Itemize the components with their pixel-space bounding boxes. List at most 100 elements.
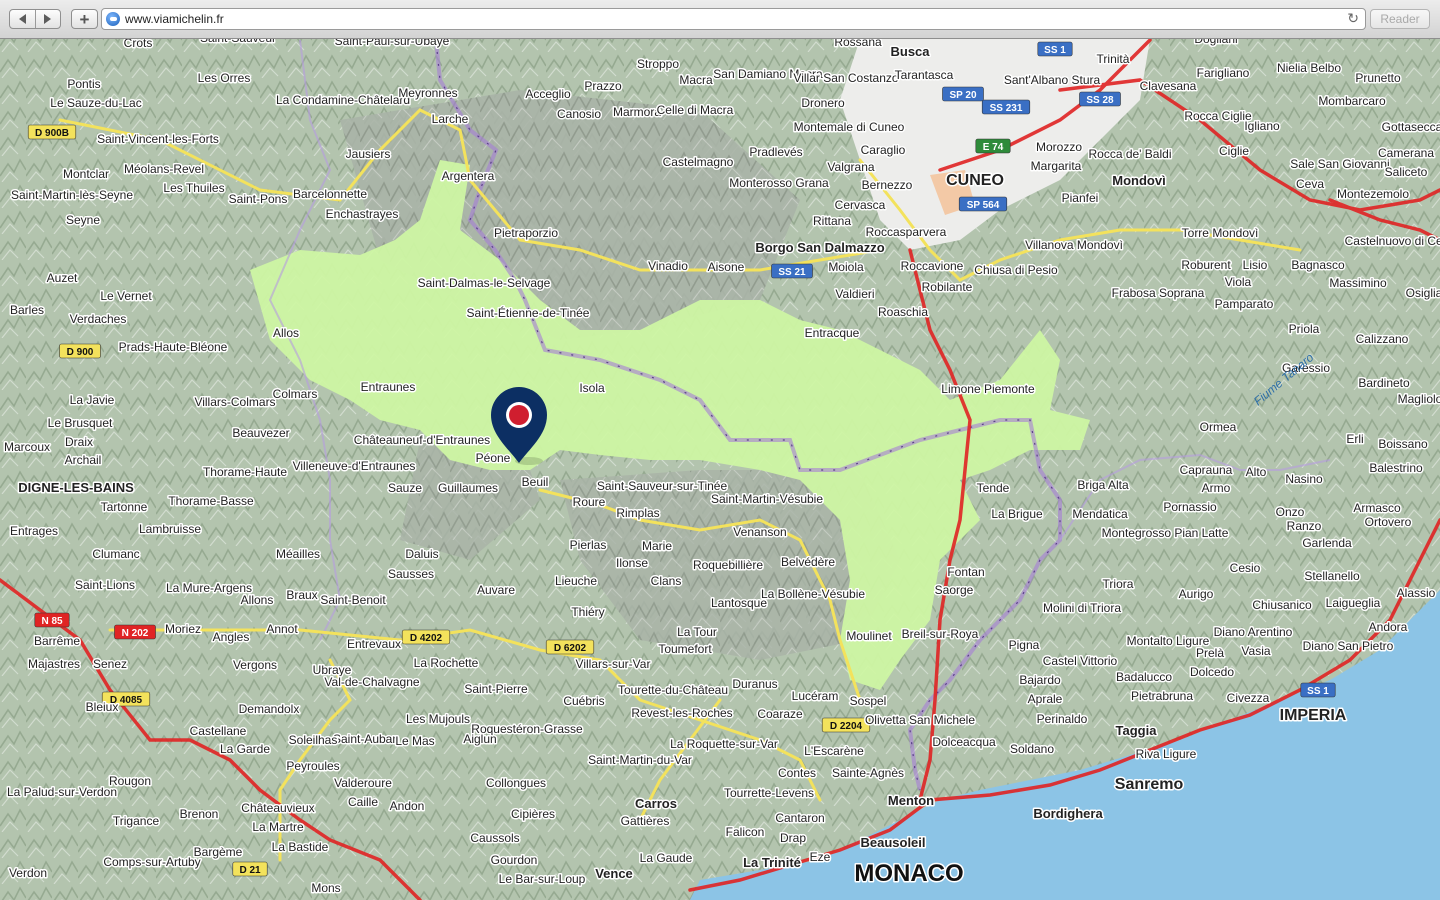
place-label[interactable]: Montegrosso Pian Latte xyxy=(1100,525,1230,542)
place-label[interactable]: Saint-Martin-Vésubie xyxy=(709,491,824,508)
place-label[interactable]: Barles xyxy=(8,302,45,319)
place-label[interactable]: Montezemolo xyxy=(1335,186,1410,203)
place-label[interactable]: Valderoure xyxy=(333,775,394,792)
place-label[interactable]: Morozzo xyxy=(1034,139,1083,156)
place-label[interactable]: Saint-Auban xyxy=(331,731,400,748)
place-label[interactable]: Lambruisse xyxy=(137,521,202,538)
new-tab-button[interactable]: + xyxy=(71,9,98,29)
place-label[interactable]: Mendatica xyxy=(1071,506,1130,523)
place-label[interactable]: Margarita xyxy=(1029,158,1083,175)
place-label[interactable]: La Trinité xyxy=(742,854,803,872)
place-label[interactable]: Prads-Haute-Bléone xyxy=(117,339,229,356)
place-label[interactable]: Chiusanico xyxy=(1251,597,1314,614)
place-label[interactable]: Contes xyxy=(776,765,817,782)
place-label[interactable]: Soleilhas xyxy=(287,732,339,749)
place-label[interactable]: Villars-sur-Var xyxy=(574,656,652,673)
place-label[interactable]: Saliceto xyxy=(1383,164,1429,181)
place-label[interactable]: Roccavione xyxy=(899,258,965,275)
place-label[interactable]: Dolcedo xyxy=(1188,664,1235,681)
place-label[interactable]: Isola xyxy=(578,380,607,397)
place-label[interactable]: Draix xyxy=(63,434,94,451)
place-label[interactable]: Diano San Pietro xyxy=(1301,638,1395,655)
place-label[interactable]: Ilonse xyxy=(614,555,649,572)
place-label[interactable]: Crots xyxy=(122,39,154,52)
place-label[interactable]: Canosio xyxy=(555,106,602,123)
place-label[interactable]: Saint-Étienne-de-Tinée xyxy=(465,304,591,322)
place-label[interactable]: Sale San Giovanni xyxy=(1289,156,1391,173)
place-label[interactable]: Villar San Costanzo xyxy=(792,70,900,87)
place-label[interactable]: Annot xyxy=(265,621,300,638)
place-label[interactable]: Clavesana xyxy=(1138,78,1198,95)
place-label[interactable]: Busca xyxy=(889,43,932,61)
place-label[interactable]: IMPERIA xyxy=(1278,706,1348,726)
place-label[interactable]: Angles xyxy=(211,629,251,646)
place-label[interactable]: La Rochette xyxy=(412,655,480,672)
place-label[interactable]: La Condamine-Châtelard xyxy=(274,92,411,109)
place-label[interactable]: La Garde xyxy=(218,741,271,758)
place-label[interactable]: Coaraze xyxy=(756,706,805,723)
place-label[interactable]: Calizzano xyxy=(1354,331,1410,348)
place-label[interactable]: Borgo San Dalmazzo xyxy=(754,239,886,257)
place-label[interactable]: Eze xyxy=(808,849,832,866)
place-label[interactable]: Pianfei xyxy=(1060,190,1100,207)
place-label[interactable]: Caraglio xyxy=(859,142,907,159)
place-label[interactable]: Roquebillière xyxy=(691,557,764,574)
place-label[interactable]: Ciglie xyxy=(1217,143,1250,160)
place-label[interactable]: Dolceacqua xyxy=(931,734,998,751)
place-label[interactable]: Castel Vittorio xyxy=(1041,653,1119,670)
place-label[interactable]: Onzo xyxy=(1274,504,1306,521)
place-label[interactable]: Comps-sur-Artuby xyxy=(102,854,202,871)
place-label[interactable]: Cuébris xyxy=(562,693,606,710)
place-label[interactable]: Mondovì xyxy=(1111,172,1167,190)
place-label[interactable]: Cervasca xyxy=(833,197,887,214)
place-label[interactable]: Alassio xyxy=(1395,585,1437,602)
place-label[interactable]: Vergons xyxy=(231,657,278,674)
place-label[interactable]: Daluis xyxy=(404,546,440,563)
place-label[interactable]: Beausoleil xyxy=(859,834,927,852)
place-label[interactable]: Diano Arentino xyxy=(1212,624,1294,641)
place-label[interactable]: Acceglio xyxy=(524,86,573,103)
place-label[interactable]: Cesio xyxy=(1228,560,1262,577)
place-label[interactable]: Farigliano xyxy=(1195,65,1251,82)
place-label[interactable]: Olivetta San Michele xyxy=(863,712,976,729)
place-label[interactable]: Igliano xyxy=(1243,118,1282,135)
place-label[interactable]: Moulinet xyxy=(845,628,894,645)
place-label[interactable]: Caprauna xyxy=(1178,462,1234,479)
place-label[interactable]: Le Vernet xyxy=(99,288,154,305)
reader-button[interactable]: Reader xyxy=(1370,9,1430,29)
place-label[interactable]: Entracque xyxy=(803,325,861,342)
place-label[interactable]: Tarantasca xyxy=(893,67,955,84)
place-label[interactable]: Sainte-Agnès xyxy=(830,765,905,782)
place-label[interactable]: Auvare xyxy=(475,582,516,599)
place-label[interactable]: Le Bar-sur-Loup xyxy=(497,871,587,888)
place-label[interactable]: Pietraporzio xyxy=(492,225,559,242)
place-label[interactable]: Vasia xyxy=(1240,643,1272,660)
place-label[interactable]: Sant'Albano Stura xyxy=(1002,72,1102,89)
place-label[interactable]: Colmars xyxy=(271,386,319,403)
place-label[interactable]: La Palud-sur-Verdon xyxy=(5,784,118,801)
place-label[interactable]: Monterosso Grana xyxy=(728,175,831,192)
place-label[interactable]: Brenon xyxy=(178,806,220,823)
place-label[interactable]: Braux xyxy=(285,587,319,604)
place-label[interactable]: Demandolx xyxy=(237,701,301,718)
place-label[interactable]: Breil-sur-Roya xyxy=(900,626,980,643)
place-label[interactable]: Lieuche xyxy=(553,573,598,590)
place-label[interactable]: Andora xyxy=(1367,619,1409,636)
place-label[interactable]: Le Brusquet xyxy=(46,415,114,432)
place-label[interactable]: Verdaches xyxy=(68,311,128,328)
place-label[interactable]: Venanson xyxy=(732,524,788,541)
place-label[interactable]: Nasino xyxy=(1284,471,1325,488)
place-label[interactable]: Castelmagno xyxy=(661,154,735,171)
place-label[interactable]: Tourrette-Levens xyxy=(722,785,815,802)
place-label[interactable]: Prunetto xyxy=(1354,70,1403,87)
place-label[interactable]: Taggia xyxy=(1114,722,1159,740)
place-label[interactable]: Pigna xyxy=(1007,637,1041,654)
place-label[interactable]: Les Orres xyxy=(196,70,252,87)
place-label[interactable]: Ormea xyxy=(1198,419,1238,436)
place-label[interactable]: Briga Alta xyxy=(1076,477,1131,494)
forward-button[interactable] xyxy=(34,10,61,28)
place-label[interactable]: Armo xyxy=(1200,480,1232,497)
place-label[interactable]: Aiglun xyxy=(462,731,498,748)
place-label[interactable]: L'Escarène xyxy=(803,743,866,760)
place-label[interactable]: Lucéram xyxy=(790,688,840,705)
